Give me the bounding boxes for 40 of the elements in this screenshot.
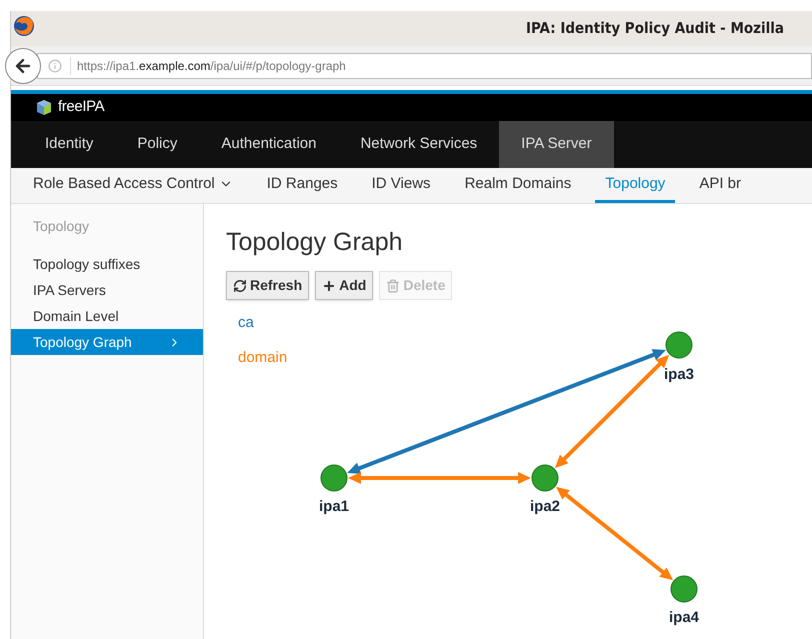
node-label: ipa4: [669, 609, 699, 626]
submenu-tab[interactable]: API br: [689, 168, 751, 203]
submenu-tab[interactable]: Realm Domains: [454, 168, 582, 203]
trash-icon: [386, 278, 400, 292]
submenu-tab[interactable]: Topology: [595, 168, 676, 203]
page-title: Topology Graph: [226, 230, 404, 255]
server-node[interactable]: [532, 464, 558, 492]
cube-logo-icon: [36, 99, 52, 116]
add-button[interactable]: Add: [315, 271, 374, 300]
submenu-tab[interactable]: Role Based Access Control: [23, 168, 243, 203]
address-field[interactable]: https://ipa1.example.com/ipa/ui/#/p/topology-graph: [37, 52, 812, 78]
server-node[interactable]: [670, 576, 698, 602]
browser-logo-icon: [13, 15, 35, 37]
node-label: ipa1: [319, 498, 349, 515]
menu-tab[interactable]: Network Services: [338, 121, 500, 168]
refresh-button[interactable]: Refresh: [226, 271, 310, 300]
legend-label: domain: [238, 348, 288, 368]
sidebar-heading: Topology: [32, 217, 90, 236]
url-text: https://ipa1.example.com/ipa/ui/#/p/topology-graph: [70, 56, 346, 74]
legend-label: ca: [238, 313, 254, 333]
submenu-tab[interactable]: ID Ranges: [256, 168, 348, 203]
node-label: ipa2: [530, 498, 560, 515]
sidebar-item[interactable]: Topology suffixes: [11, 251, 203, 277]
submenu-tab[interactable]: ID Views: [362, 168, 441, 203]
server-node[interactable]: [320, 464, 348, 492]
brand-name: freeIPA: [58, 97, 104, 118]
sidebar-item[interactable]: Domain Level: [11, 303, 203, 329]
back-button[interactable]: [5, 48, 41, 84]
menu-tab[interactable]: Identity: [23, 121, 116, 168]
info-icon: [48, 58, 62, 72]
server-node[interactable]: [666, 332, 692, 358]
refresh-icon: [233, 278, 247, 292]
node-label: ipa3: [664, 366, 694, 383]
window-title: IPA: Identity Policy Audit - Mozilla: [526, 18, 784, 40]
menu-tab[interactable]: IPA Server: [499, 121, 614, 168]
plus-icon: [322, 278, 336, 292]
sidebar-item[interactable]: Topology Graph: [11, 329, 203, 355]
menu-tab[interactable]: Policy: [115, 121, 200, 168]
menu-tab[interactable]: Authentication: [199, 121, 338, 168]
sidebar-item[interactable]: IPA Servers: [11, 277, 203, 303]
